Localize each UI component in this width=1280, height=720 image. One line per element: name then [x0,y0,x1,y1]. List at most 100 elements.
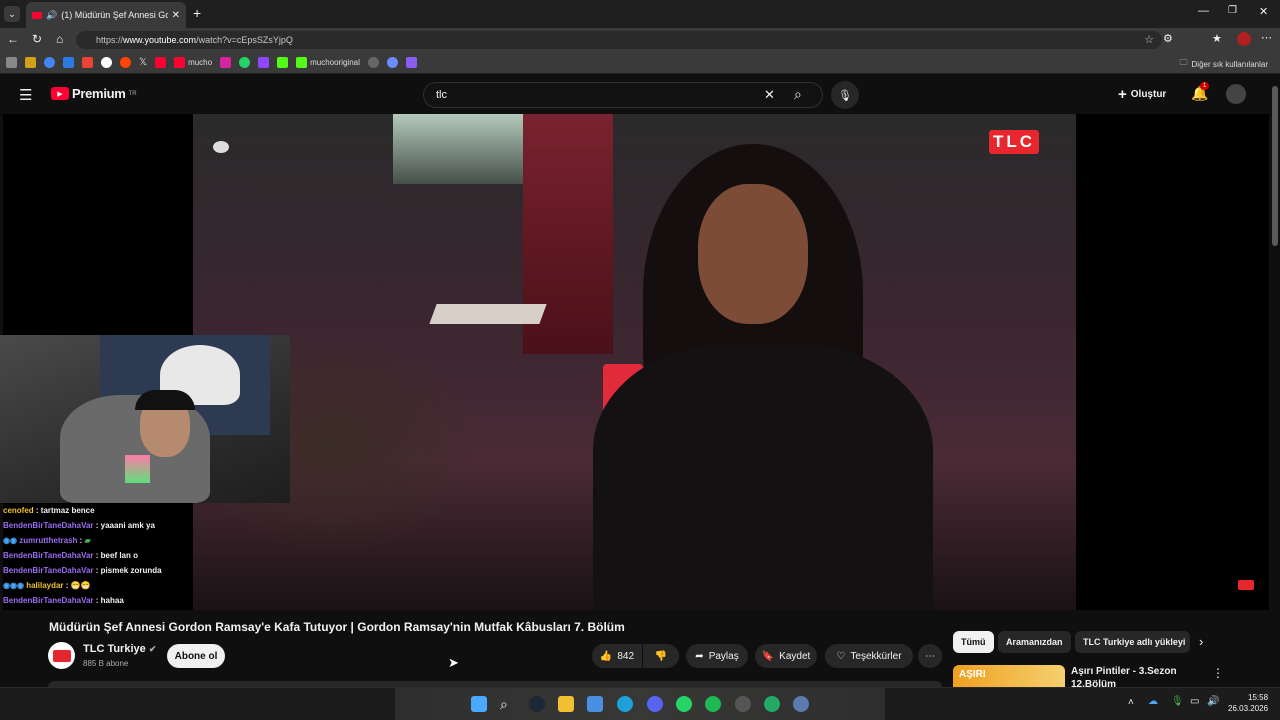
subscribe-button[interactable]: Abone ol [167,644,225,668]
youtube-play-icon: ▶ [51,87,69,100]
notification-badge: 1 [1200,82,1210,90]
chat-user: BendenBirTaneDahaVar [3,566,94,575]
windows-start-icon[interactable] [471,696,487,712]
gmail-icon[interactable] [82,57,93,68]
bookmark-icon[interactable] [367,57,379,68]
close-tab-icon[interactable]: ✕ [172,10,180,21]
chat-user: cenofed [3,506,34,515]
bookmark-icon[interactable] [63,57,74,68]
chat-user: BendenBirTaneDahaVar [3,596,94,605]
network-icon[interactable]: ▭ [1190,696,1199,707]
recommended-thumbnail[interactable]: AŞIRI [953,665,1065,687]
microphone-icon[interactable]: 🎙 [831,81,859,109]
tray-chevron-icon[interactable]: ˄ [1128,697,1134,708]
profile-avatar[interactable] [1237,32,1251,46]
channel-name-text: TLC Turkiye [83,643,146,655]
cloud-icon[interactable]: ☁ [1148,696,1158,707]
x-icon[interactable]: 𝕏 [139,57,147,68]
recommended-menu-icon[interactable]: ⋮ [1212,666,1224,680]
search-value: tlc [436,89,447,101]
search-icon[interactable]: ⌕ [500,696,516,712]
search-input[interactable]: tlc ✕ ⌕ [423,82,823,108]
home-icon[interactable]: ⌂ [56,32,63,46]
badge-icon: ◉◉◉ [3,581,24,590]
app-icon[interactable] [735,696,751,712]
whatsapp-icon[interactable] [676,696,692,712]
chevron-right-icon[interactable]: › [1199,634,1203,649]
create-button[interactable]: + Oluştur [1118,86,1166,103]
notifications-bell-icon[interactable]: 🔔 1 [1191,82,1210,102]
new-tab-button[interactable]: + [193,5,201,21]
audio-icon[interactable]: 🔊 [46,10,57,21]
youtube-icon[interactable] [155,57,167,68]
kick-icon [296,57,308,68]
bookmark-mucho[interactable]: mucho [174,57,212,68]
instagram-icon[interactable] [220,57,232,68]
address-toolbar: ← ↻ ⌂ https://www.youtube.com/watch?v=cE… [0,28,1280,52]
favorite-star-icon[interactable]: ☆ [1144,33,1154,46]
more-actions-button[interactable]: ⋯ [918,644,942,668]
refresh-icon[interactable]: ↻ [32,32,42,46]
url-field[interactable]: https://www.youtube.com/watch?v=cEpsSZsY… [76,31,1162,49]
discord-icon[interactable] [647,696,663,712]
thanks-button[interactable]: ♡ Teşekkürler [825,644,913,668]
like-button[interactable]: 👍 842 [592,644,642,668]
spotify-icon[interactable] [705,696,721,712]
channel-logo [52,649,71,662]
bookmark-icon[interactable] [44,57,55,68]
favorites-icon[interactable]: ★ [1212,32,1222,45]
volume-icon[interactable]: 🔊 [1207,696,1219,707]
tlc-watermark: TLC [989,130,1040,154]
minimize-button[interactable]: — [1198,5,1209,17]
chat-user: zumrutthetrash [19,536,78,545]
hamburger-menu-icon[interactable]: ☰ [19,86,32,104]
twitch-icon[interactable] [258,57,270,68]
clock-time[interactable]: 15:58 [1248,693,1268,702]
channel-avatar[interactable] [48,642,75,669]
chrome-icon[interactable] [101,57,112,68]
mic-tray-icon[interactable]: 🎙 [1171,696,1184,707]
bookmark-icon[interactable] [277,57,289,68]
thumbs-down-icon: 👎 [654,650,668,662]
bookmark-icon[interactable] [405,57,417,68]
chip-all[interactable]: Tümü [953,631,994,653]
app-icon[interactable] [764,696,780,712]
clock-date[interactable]: 26.03.2026 [1228,704,1268,713]
tab-menu-button[interactable]: ⌄ [4,6,20,22]
bookmark-icon[interactable] [25,57,36,68]
search-icon[interactable]: ⌕ [794,86,802,103]
file-explorer-icon[interactable] [558,696,574,712]
other-bookmarks[interactable]: 🗀 Diğer sık kullanılanlar [1180,57,1268,71]
browser-tab[interactable]: 🔊 (1) Müdürün Şef Annesi Gord ✕ [26,2,186,28]
reddit-icon[interactable] [120,57,131,68]
subscribe-label: Abone ol [174,650,218,662]
chip-channel[interactable]: TLC Turkiye adlı yükleyi [1075,631,1190,653]
app-icon[interactable] [793,696,809,712]
page-scrollbar[interactable] [1270,74,1280,687]
bookmark-icon[interactable] [386,57,398,68]
close-window-button[interactable]: ✕ [1259,5,1268,18]
clear-search-icon[interactable]: ✕ [764,87,775,103]
youtube-logo[interactable]: ▶ Premium TR [51,86,137,101]
more-menu-icon[interactable]: ⋯ [1261,31,1272,44]
back-icon[interactable]: ← [7,32,19,46]
bookmark-muchooriginal[interactable]: muchooriginal [296,57,360,68]
recommended-title[interactable]: Aşırı Pintiler - 3.Sezon [1071,666,1177,677]
save-button[interactable]: 🔖 Kaydet [755,644,817,668]
channel-name[interactable]: TLC Turkiye ✔ [83,643,156,655]
edge-icon[interactable] [617,696,633,712]
share-button[interactable]: ➦ Paylaş [686,644,748,668]
bookmark-icon[interactable] [6,57,17,68]
store-icon[interactable] [587,696,603,712]
scrollbar-thumb[interactable] [1272,86,1278,246]
steam-icon[interactable] [529,696,545,712]
chat-line: ◉◉ zumrutthetrash : ▰ [3,536,91,545]
dislike-button[interactable]: 👎 [643,644,679,668]
bookmarks-bar: 𝕏 mucho muchooriginal 🗀 Diğer sık kullanı… [0,52,1280,74]
chip-from-search[interactable]: Aramanızdan [998,631,1071,653]
account-avatar[interactable] [1226,84,1246,104]
whatsapp-icon[interactable] [239,57,251,68]
bookmark-label: muchooriginal [310,58,360,67]
restore-button[interactable]: ❐ [1228,5,1237,16]
extensions-icon[interactable]: ⚙ [1163,32,1173,45]
